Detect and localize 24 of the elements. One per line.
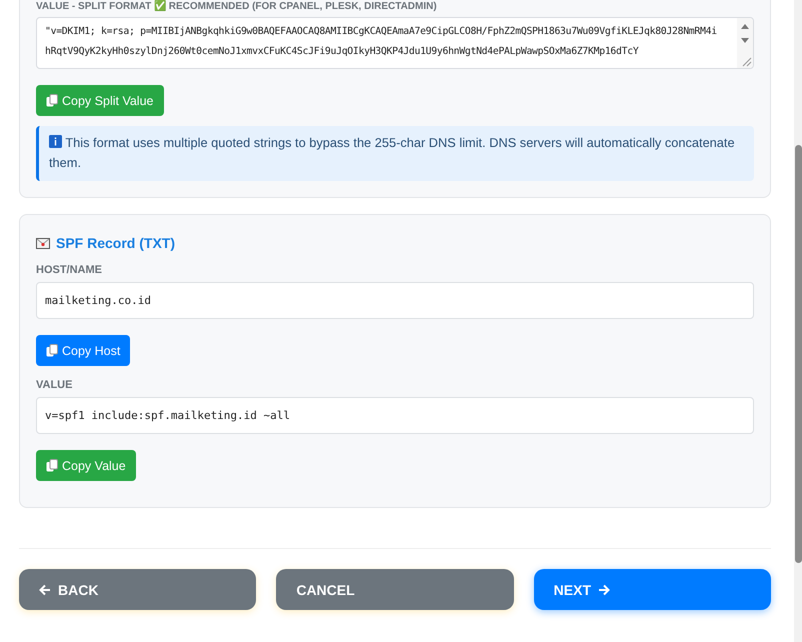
cancel-button[interactable]: CANCEL <box>276 569 514 610</box>
copy-icon <box>46 344 58 357</box>
envelope-icon <box>36 238 50 248</box>
copy-host-button[interactable]: Copy Host <box>36 335 130 366</box>
field-label: HOST/NAME <box>36 265 102 276</box>
arrow-right-icon <box>598 584 610 596</box>
arrow-left-icon <box>39 584 51 596</box>
value-field[interactable]: v=spf1 include:spf.mailketing.id ~all <box>36 397 754 434</box>
next-button[interactable]: NEXT <box>534 569 771 610</box>
info-icon <box>49 135 62 148</box>
back-button[interactable]: BACK <box>19 569 256 610</box>
field-label: VALUE <box>36 380 72 391</box>
textarea-text: "v=DKIM1; k=rsa; p=MIIBIjANBgkqhkiG9w0BAQEFAAOCAQ8AMIIBCgKCAQEAmaA7e9CipGLCO8H/FphZ2mQSPH1863u7Wu09VgfiKLEJqk80J28NmRM4ihRqtV9QyK2kyHh0szylDnj260Wt0cemNoJ1xmvxCFuKC4ScJFi9uJqOIkyH3QKP4Jdu1U9y6hnWgtNd4ePALpWawpSOxMa6Z7KMp16dTcY <box>44 25 718 59</box>
value-textarea[interactable] <box>36 17 754 69</box>
info-text: This format uses multiple quoted strings to bypass the 255-char DNS limit. DNS servers will automatically concatenate them. <box>49 134 736 172</box>
copy-value-button[interactable]: Copy Value <box>36 450 136 481</box>
host-field[interactable]: mailketing.co.id <box>36 282 754 319</box>
textarea-scrollbar[interactable] <box>737 18 753 68</box>
copy-icon <box>46 459 58 472</box>
copy-icon <box>46 94 58 107</box>
section-title: SPF Record (TXT) <box>56 235 176 251</box>
copy-split-value-button[interactable]: Copy Split Value <box>36 85 164 116</box>
field-label: VALUE - SPLIT FORMAT ✅ RECOMMENDED (FOR CPANEL, PLESK, DIRECTADMIN) <box>36 1 437 12</box>
scrollbar[interactable] <box>794 0 802 642</box>
